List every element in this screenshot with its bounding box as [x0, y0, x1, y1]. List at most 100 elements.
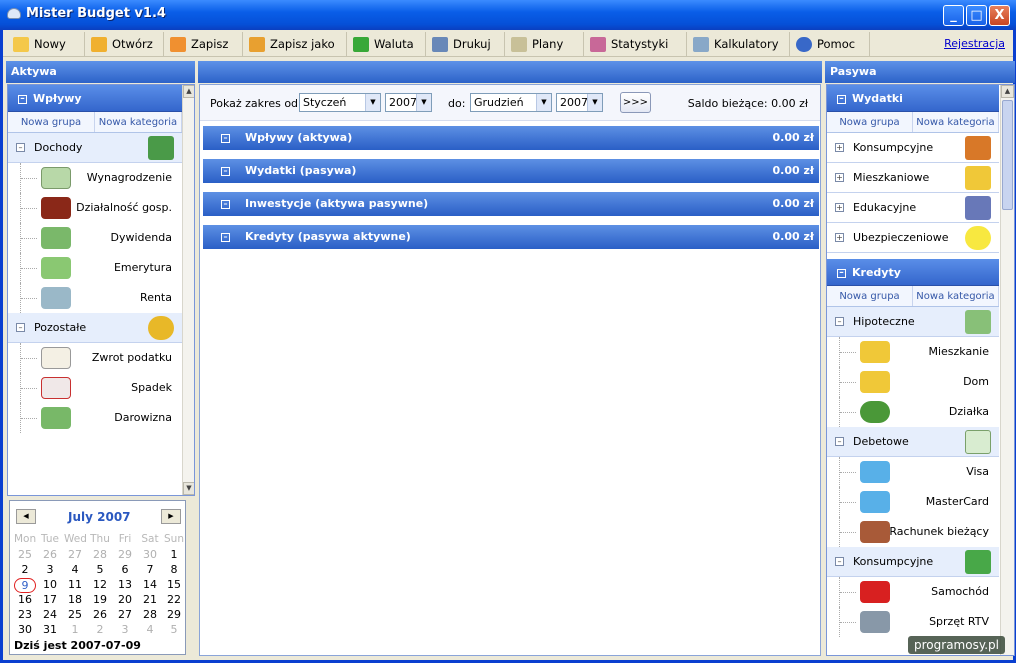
calendar-day[interactable]: 15: [163, 578, 185, 591]
calendar-day[interactable]: 5: [163, 623, 185, 636]
right-scrollbar[interactable]: ▲: [1000, 85, 1014, 655]
category-consumer-credit[interactable]: – Konsumpcyjne: [827, 547, 999, 577]
calendar-day[interactable]: 2: [14, 563, 36, 576]
calendar-day[interactable]: 2: [89, 623, 111, 636]
category-income[interactable]: – Dochody: [8, 133, 182, 163]
new-category-link[interactable]: Nowa kategoria: [95, 112, 182, 132]
calendar-day[interactable]: 12: [89, 578, 111, 591]
section-inflows[interactable]: – Wpływy (aktywa) 0.00 zł: [203, 126, 819, 150]
list-item[interactable]: Samochód: [839, 577, 999, 607]
next-month-button[interactable]: ▶: [161, 509, 181, 524]
register-link[interactable]: Rejestracja: [944, 37, 1005, 50]
list-item[interactable]: Wynagrodzenie: [20, 163, 182, 193]
list-item[interactable]: Visa: [839, 457, 999, 487]
calendar-day[interactable]: 5: [89, 563, 111, 576]
group-header-inflows[interactable]: – Wpływy: [8, 85, 182, 112]
toolbar-print-button[interactable]: Drukuj: [426, 32, 505, 56]
section-investments[interactable]: – Inwestycje (aktywa pasywne) 0.00 zł: [203, 192, 819, 216]
calendar-day[interactable]: 24: [39, 608, 61, 621]
list-item[interactable]: Emerytura: [20, 253, 182, 283]
toolbar-calculators-button[interactable]: Kalkulatory: [687, 32, 790, 56]
category-mortgage[interactable]: – Hipoteczne: [827, 307, 999, 337]
list-item[interactable]: Zwrot podatku: [20, 343, 182, 373]
toolbar-save-button[interactable]: Zapisz: [164, 32, 243, 56]
group-header-expenses[interactable]: – Wydatki: [827, 85, 999, 112]
category-insurance[interactable]: + Ubezpieczeniowe: [827, 223, 999, 253]
category-debit[interactable]: – Debetowe: [827, 427, 999, 457]
from-month-select[interactable]: Styczeń ▼: [299, 93, 381, 112]
calendar-day[interactable]: 17: [39, 593, 61, 606]
from-year-select[interactable]: 2007 ▼: [385, 93, 432, 112]
list-item[interactable]: Mieszkanie: [839, 337, 999, 367]
toolbar-currency-button[interactable]: Waluta: [347, 32, 426, 56]
title-bar[interactable]: Mister Budget v1.4 _ □ X: [0, 0, 1016, 30]
calendar-day[interactable]: 29: [114, 548, 136, 561]
calendar-day[interactable]: 9: [14, 578, 36, 593]
calendar-day[interactable]: 18: [64, 593, 86, 606]
group-header-credits[interactable]: – Kredyty: [827, 259, 999, 286]
apply-range-button[interactable]: >>>: [620, 92, 651, 113]
category-housing[interactable]: + Mieszkaniowe: [827, 163, 999, 193]
list-item[interactable]: Spadek: [20, 373, 182, 403]
new-category-link[interactable]: Nowa kategoria: [913, 286, 999, 306]
close-button[interactable]: X: [989, 5, 1010, 26]
list-item[interactable]: Działalność gosp.: [20, 193, 182, 223]
list-item[interactable]: Rachunek bieżący: [839, 517, 999, 547]
today-label[interactable]: Dziś jest 2007-07-09: [14, 639, 141, 652]
calendar-day[interactable]: 10: [39, 578, 61, 591]
calendar-day[interactable]: 1: [163, 548, 185, 561]
toolbar-new-button[interactable]: Nowy: [7, 32, 85, 56]
list-item[interactable]: Działka: [839, 397, 999, 427]
calendar-day[interactable]: 22: [163, 593, 185, 606]
toolbar-save-as-button[interactable]: Zapisz jako: [243, 32, 347, 56]
category-consumer[interactable]: + Konsumpcyjne: [827, 133, 999, 163]
calendar-day[interactable]: 3: [114, 623, 136, 636]
left-scrollbar[interactable]: ▲ ▼: [182, 85, 194, 495]
calendar-day[interactable]: 4: [64, 563, 86, 576]
list-item[interactable]: Dom: [839, 367, 999, 397]
category-education[interactable]: + Edukacyjne: [827, 193, 999, 223]
scroll-up-icon[interactable]: ▲: [1001, 85, 1014, 98]
category-other[interactable]: – Pozostałe: [8, 313, 182, 343]
calendar-day[interactable]: 28: [89, 548, 111, 561]
calendar-day[interactable]: 27: [64, 548, 86, 561]
new-group-link[interactable]: Nowa grupa: [827, 286, 913, 306]
calendar-day[interactable]: 23: [14, 608, 36, 621]
calendar-day[interactable]: 25: [14, 548, 36, 561]
calendar-day[interactable]: 8: [163, 563, 185, 576]
scroll-up-icon[interactable]: ▲: [183, 85, 194, 98]
calendar-day[interactable]: 19: [89, 593, 111, 606]
calendar-day[interactable]: 26: [89, 608, 111, 621]
new-group-link[interactable]: Nowa grupa: [827, 112, 913, 132]
to-year-select[interactable]: 2007 ▼: [556, 93, 603, 112]
toolbar-plans-button[interactable]: Plany: [505, 32, 584, 56]
list-item[interactable]: MasterCard: [839, 487, 999, 517]
list-item[interactable]: Darowizna: [20, 403, 182, 433]
scroll-down-icon[interactable]: ▼: [183, 482, 194, 495]
scroll-thumb[interactable]: [1002, 100, 1013, 210]
prev-month-button[interactable]: ◀: [16, 509, 36, 524]
calendar-day[interactable]: 27: [114, 608, 136, 621]
calendar-day[interactable]: 4: [139, 623, 161, 636]
list-item[interactable]: Renta: [20, 283, 182, 313]
calendar-day[interactable]: 29: [163, 608, 185, 621]
calendar-day[interactable]: 11: [64, 578, 86, 591]
calendar-day[interactable]: 30: [14, 623, 36, 636]
to-month-select[interactable]: Grudzień ▼: [470, 93, 552, 112]
calendar-day[interactable]: 25: [64, 608, 86, 621]
section-expenses[interactable]: – Wydatki (pasywa) 0.00 zł: [203, 159, 819, 183]
calendar-day[interactable]: 13: [114, 578, 136, 591]
toolbar-stats-button[interactable]: Statystyki: [584, 32, 687, 56]
section-credits[interactable]: – Kredyty (pasywa aktywne) 0.00 zł: [203, 225, 819, 249]
minimize-button[interactable]: _: [943, 5, 964, 26]
calendar-day[interactable]: 31: [39, 623, 61, 636]
calendar-day[interactable]: 28: [139, 608, 161, 621]
list-item[interactable]: Sprzęt RTV: [839, 607, 999, 637]
calendar-day[interactable]: 7: [139, 563, 161, 576]
toolbar-open-button[interactable]: Otwórz: [85, 32, 164, 56]
toolbar-help-button[interactable]: Pomoc: [790, 32, 870, 56]
maximize-button[interactable]: □: [966, 5, 987, 26]
calendar-day[interactable]: 14: [139, 578, 161, 591]
calendar-day[interactable]: 6: [114, 563, 136, 576]
calendar-day[interactable]: 26: [39, 548, 61, 561]
